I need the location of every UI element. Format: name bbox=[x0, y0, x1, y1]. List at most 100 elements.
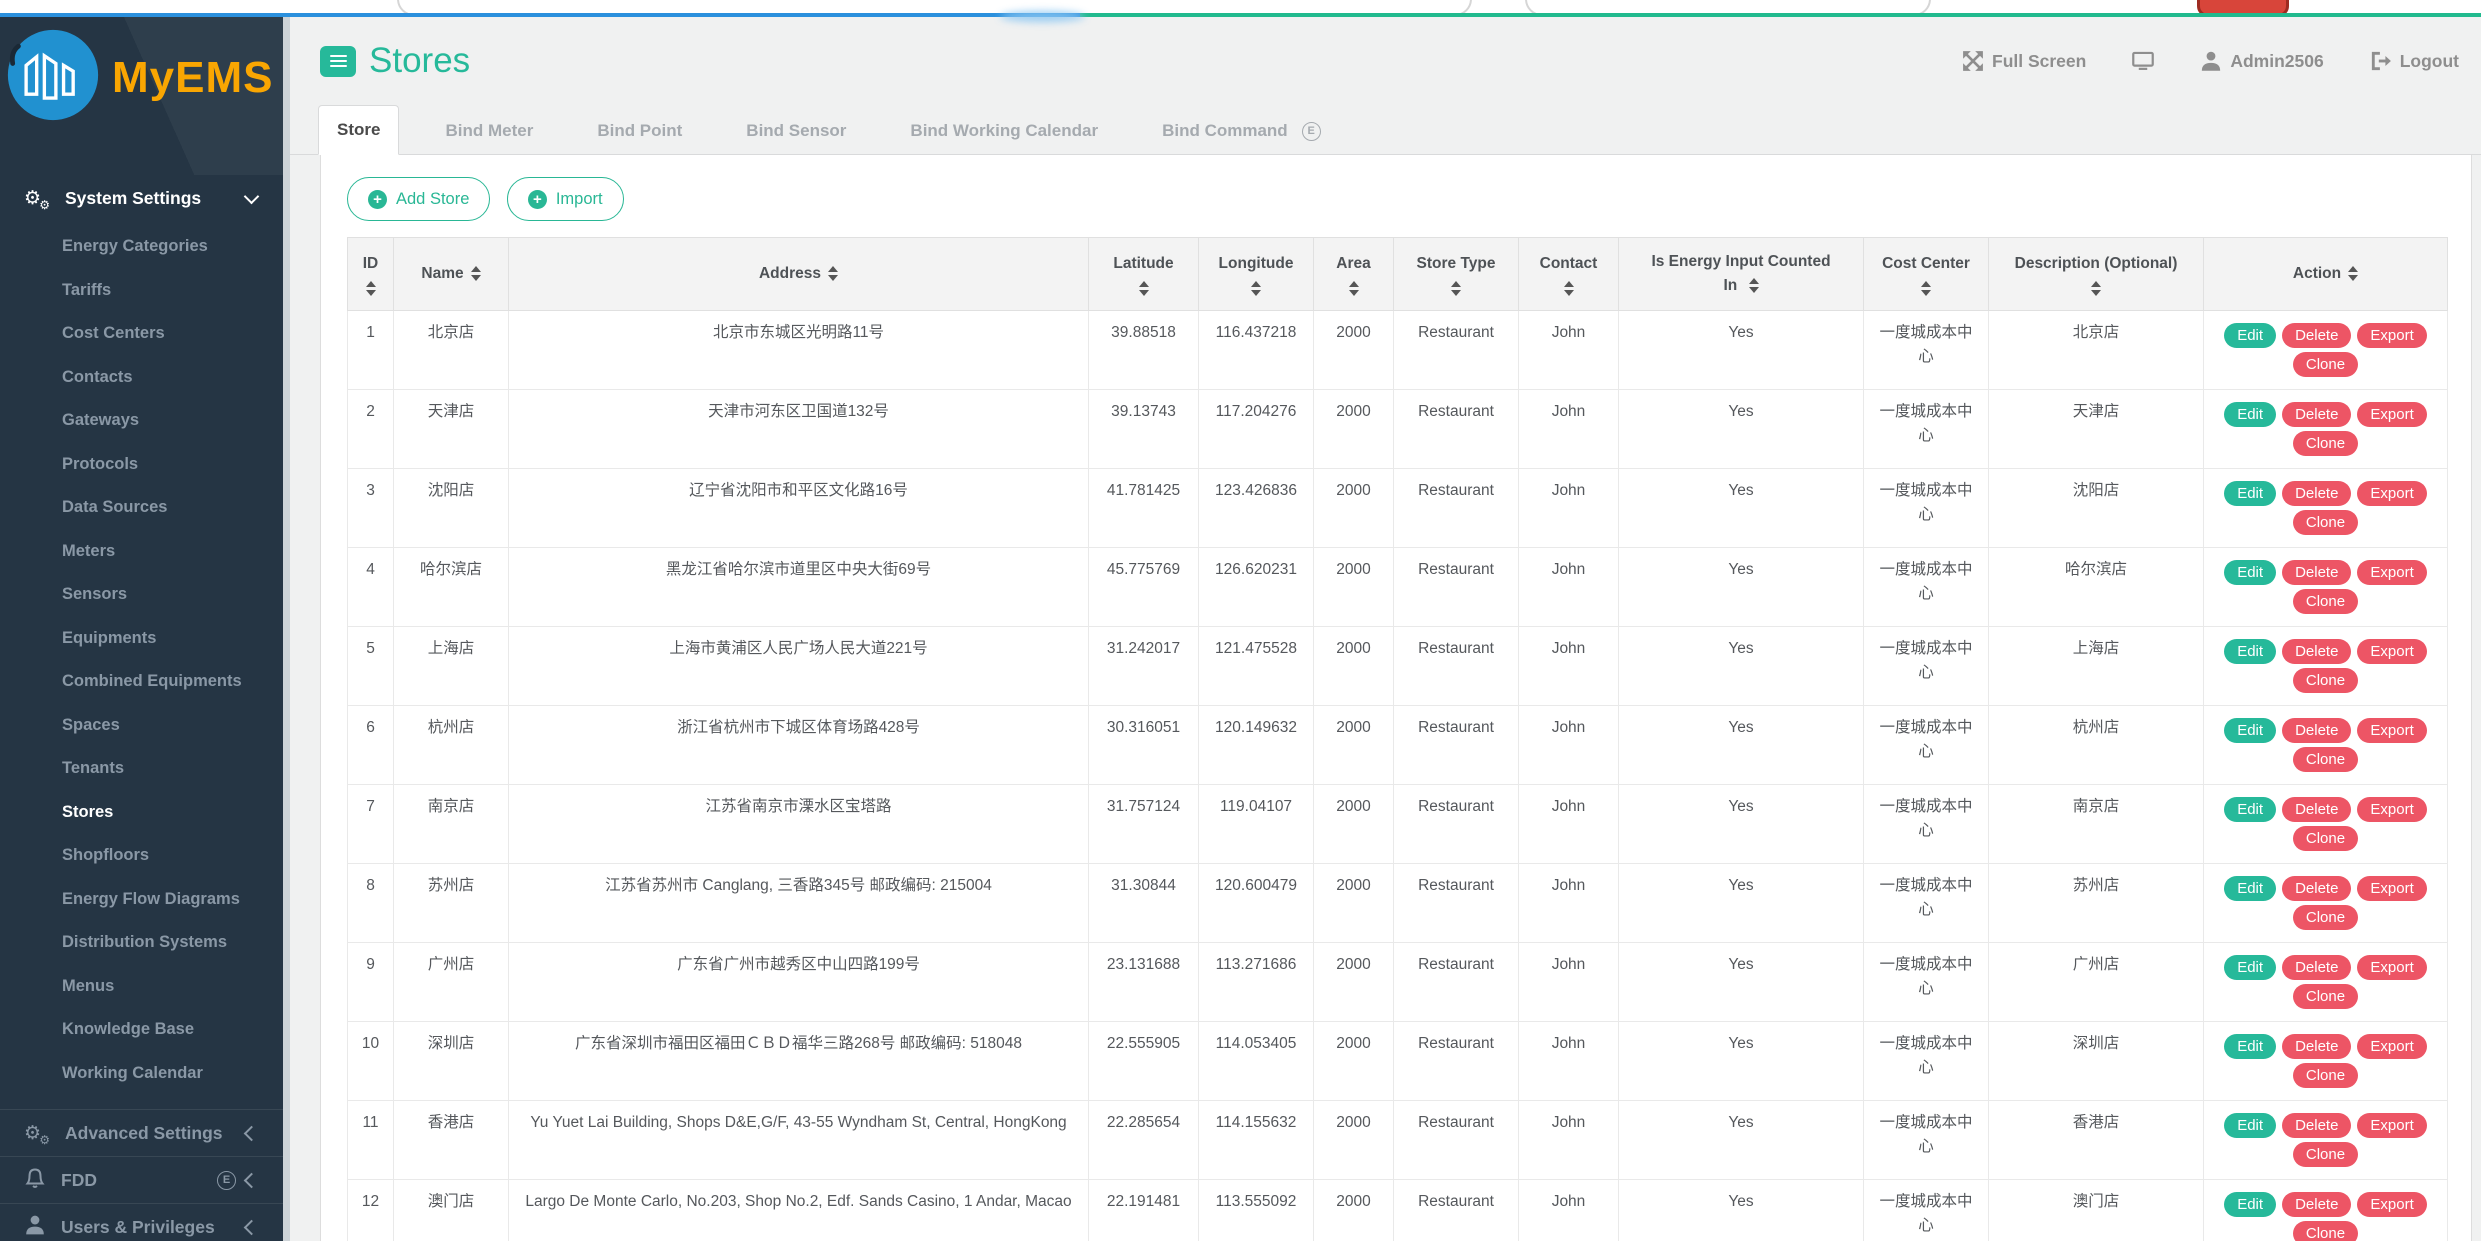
sidebar-item-cost-centers[interactable]: Cost Centers bbox=[0, 312, 283, 356]
tab-bind-command[interactable]: Bind CommandE bbox=[1144, 107, 1349, 155]
column-header-name[interactable]: Name bbox=[394, 238, 509, 311]
menu-toggle-button[interactable] bbox=[320, 46, 356, 77]
edit-button[interactable]: Edit bbox=[2224, 560, 2276, 585]
delete-button[interactable]: Delete bbox=[2282, 402, 2351, 427]
tab-store[interactable]: Store bbox=[318, 105, 399, 155]
sidebar-item-tenants[interactable]: Tenants bbox=[0, 747, 283, 791]
user-menu[interactable]: Admin2506 bbox=[2200, 50, 2323, 72]
edit-button[interactable]: Edit bbox=[2224, 481, 2276, 506]
clone-button[interactable]: Clone bbox=[2293, 352, 2358, 377]
logout-button[interactable]: Logout bbox=[2370, 50, 2459, 72]
column-header-address[interactable]: Address bbox=[509, 238, 1089, 311]
column-header-longitude[interactable]: Longitude bbox=[1199, 238, 1314, 311]
export-button[interactable]: Export bbox=[2357, 1034, 2426, 1059]
sidebar-item-shopfloors[interactable]: Shopfloors bbox=[0, 834, 283, 878]
delete-button[interactable]: Delete bbox=[2282, 560, 2351, 585]
clone-button[interactable]: Clone bbox=[2293, 984, 2358, 1009]
export-button[interactable]: Export bbox=[2357, 639, 2426, 664]
myems-logo-icon bbox=[5, 27, 101, 123]
sidebar-scrollbar[interactable] bbox=[283, 17, 290, 1241]
sidebar-section-users-privileges[interactable]: Users & Privileges bbox=[0, 1204, 283, 1241]
sidebar-item-menus[interactable]: Menus bbox=[0, 965, 283, 1009]
export-button[interactable]: Export bbox=[2357, 323, 2426, 348]
delete-button[interactable]: Delete bbox=[2282, 876, 2351, 901]
sidebar-item-contacts[interactable]: Contacts bbox=[0, 356, 283, 400]
tab-bind-point[interactable]: Bind Point bbox=[579, 107, 700, 155]
column-header-action[interactable]: Action bbox=[2204, 238, 2448, 311]
sidebar-item-combined-equipments[interactable]: Combined Equipments bbox=[0, 660, 283, 704]
delete-button[interactable]: Delete bbox=[2282, 718, 2351, 743]
edit-button[interactable]: Edit bbox=[2224, 402, 2276, 427]
import-button[interactable]: + Import bbox=[507, 177, 624, 221]
edit-button[interactable]: Edit bbox=[2224, 323, 2276, 348]
tab-bind-meter[interactable]: Bind Meter bbox=[427, 107, 551, 155]
column-header-description[interactable]: Description (Optional) bbox=[1989, 238, 2204, 311]
sidebar-item-meters[interactable]: Meters bbox=[0, 530, 283, 574]
display-mode-button[interactable] bbox=[2132, 50, 2154, 72]
sidebar-item-equipments[interactable]: Equipments bbox=[0, 617, 283, 661]
sidebar-item-knowledge-base[interactable]: Knowledge Base bbox=[0, 1008, 283, 1052]
column-header-cost_center[interactable]: Cost Center bbox=[1864, 238, 1989, 311]
sidebar-item-stores[interactable]: Stores bbox=[0, 791, 283, 835]
column-header-contact[interactable]: Contact bbox=[1519, 238, 1619, 311]
cell-longitude: 113.555092 bbox=[1199, 1180, 1314, 1241]
export-button[interactable]: Export bbox=[2357, 1192, 2426, 1217]
sidebar-item-energy-flow-diagrams[interactable]: Energy Flow Diagrams bbox=[0, 878, 283, 922]
delete-button[interactable]: Delete bbox=[2282, 955, 2351, 980]
delete-button[interactable]: Delete bbox=[2282, 323, 2351, 348]
clone-button[interactable]: Clone bbox=[2293, 431, 2358, 456]
column-header-id[interactable]: ID bbox=[348, 238, 394, 311]
export-button[interactable]: Export bbox=[2357, 718, 2426, 743]
column-header-energy_input[interactable]: Is Energy Input CountedIn bbox=[1619, 238, 1864, 311]
sidebar-item-working-calendar[interactable]: Working Calendar bbox=[0, 1052, 283, 1096]
delete-button[interactable]: Delete bbox=[2282, 1034, 2351, 1059]
edit-button[interactable]: Edit bbox=[2224, 955, 2276, 980]
clone-button[interactable]: Clone bbox=[2293, 589, 2358, 614]
export-button[interactable]: Export bbox=[2357, 797, 2426, 822]
export-button[interactable]: Export bbox=[2357, 1113, 2426, 1138]
delete-button[interactable]: Delete bbox=[2282, 797, 2351, 822]
edit-button[interactable]: Edit bbox=[2224, 1034, 2276, 1059]
clone-button[interactable]: Clone bbox=[2293, 747, 2358, 772]
export-button[interactable]: Export bbox=[2357, 876, 2426, 901]
column-header-store_type[interactable]: Store Type bbox=[1394, 238, 1519, 311]
sidebar-section-system-settings[interactable]: ⚙System Settings bbox=[0, 175, 283, 221]
edit-button[interactable]: Edit bbox=[2224, 1192, 2276, 1217]
edit-button[interactable]: Edit bbox=[2224, 876, 2276, 901]
sidebar-item-protocols[interactable]: Protocols bbox=[0, 443, 283, 487]
sidebar-item-gateways[interactable]: Gateways bbox=[0, 399, 283, 443]
sidebar-item-sensors[interactable]: Sensors bbox=[0, 573, 283, 617]
clone-button[interactable]: Clone bbox=[2293, 1063, 2358, 1088]
column-header-latitude[interactable]: Latitude bbox=[1089, 238, 1199, 311]
clone-button[interactable]: Clone bbox=[2293, 1221, 2358, 1241]
delete-button[interactable]: Delete bbox=[2282, 639, 2351, 664]
fullscreen-button[interactable]: Full Screen bbox=[1962, 50, 2086, 72]
tab-bind-working-calendar[interactable]: Bind Working Calendar bbox=[892, 107, 1116, 155]
tab-bind-sensor[interactable]: Bind Sensor bbox=[728, 107, 864, 155]
export-button[interactable]: Export bbox=[2357, 560, 2426, 585]
column-header-area[interactable]: Area bbox=[1314, 238, 1394, 311]
sidebar-item-spaces[interactable]: Spaces bbox=[0, 704, 283, 748]
sidebar-item-data-sources[interactable]: Data Sources bbox=[0, 486, 283, 530]
delete-button[interactable]: Delete bbox=[2282, 1113, 2351, 1138]
delete-button[interactable]: Delete bbox=[2282, 1192, 2351, 1217]
delete-button[interactable]: Delete bbox=[2282, 481, 2351, 506]
sidebar-section-advanced-settings[interactable]: ⚙Advanced Settings bbox=[0, 1110, 283, 1156]
sidebar-section-fdd[interactable]: FDDE bbox=[0, 1157, 283, 1203]
export-button[interactable]: Export bbox=[2357, 481, 2426, 506]
sidebar-item-energy-categories[interactable]: Energy Categories bbox=[0, 225, 283, 269]
clone-button[interactable]: Clone bbox=[2293, 668, 2358, 693]
clone-button[interactable]: Clone bbox=[2293, 826, 2358, 851]
edit-button[interactable]: Edit bbox=[2224, 1113, 2276, 1138]
sidebar-item-distribution-systems[interactable]: Distribution Systems bbox=[0, 921, 283, 965]
edit-button[interactable]: Edit bbox=[2224, 718, 2276, 743]
sidebar-item-tariffs[interactable]: Tariffs bbox=[0, 269, 283, 313]
export-button[interactable]: Export bbox=[2357, 955, 2426, 980]
export-button[interactable]: Export bbox=[2357, 402, 2426, 427]
clone-button[interactable]: Clone bbox=[2293, 1142, 2358, 1167]
clone-button[interactable]: Clone bbox=[2293, 905, 2358, 930]
edit-button[interactable]: Edit bbox=[2224, 639, 2276, 664]
clone-button[interactable]: Clone bbox=[2293, 510, 2358, 535]
add-store-button[interactable]: + Add Store bbox=[347, 177, 490, 221]
edit-button[interactable]: Edit bbox=[2224, 797, 2276, 822]
